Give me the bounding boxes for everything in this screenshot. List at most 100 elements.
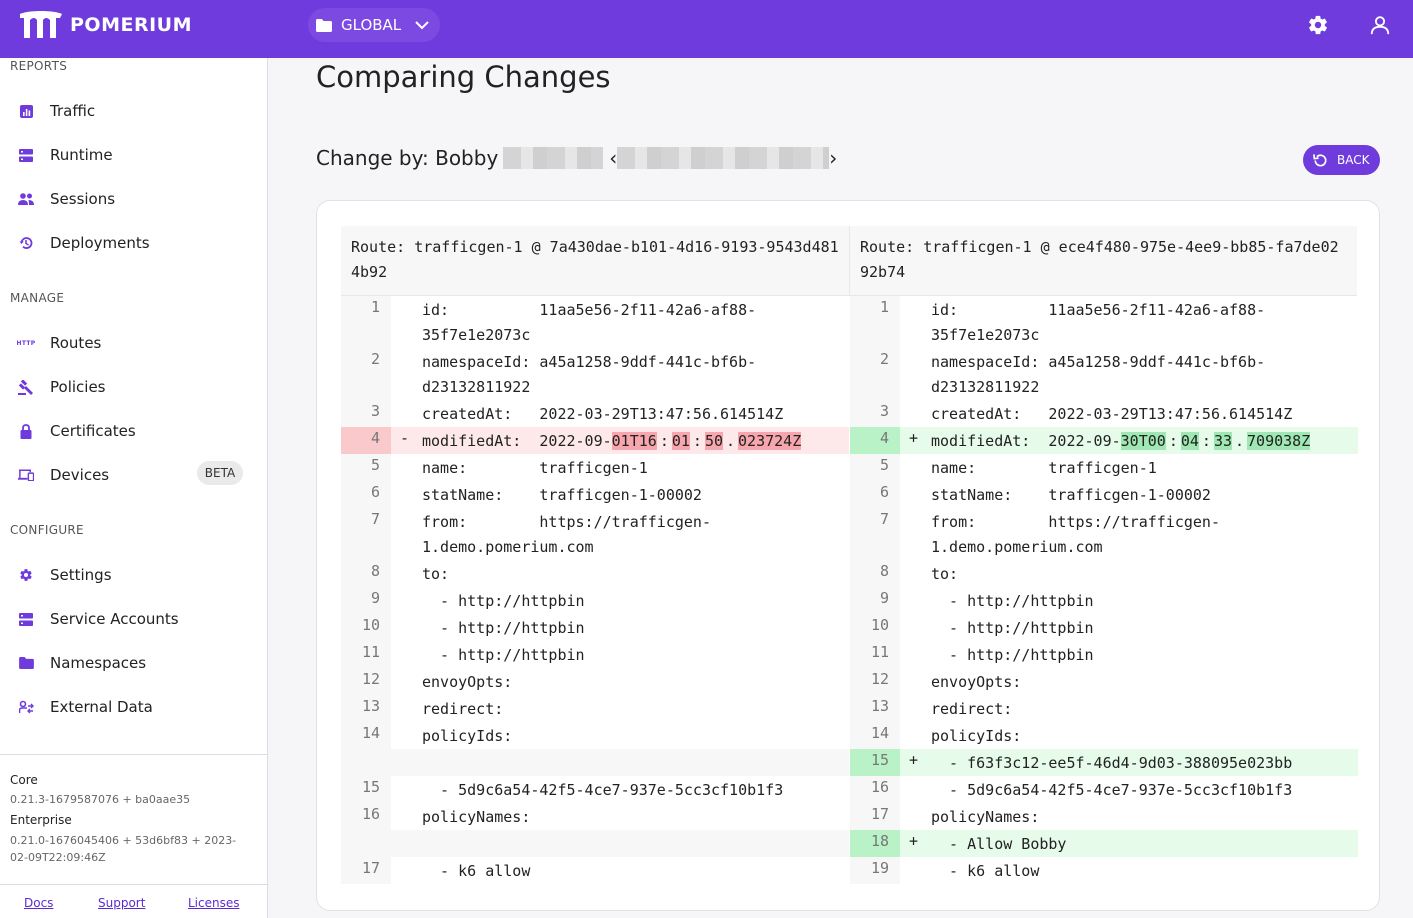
separator: :	[1201, 432, 1211, 450]
line-text: to:	[931, 565, 959, 583]
line-number: 5	[850, 454, 900, 481]
pomerium-logo[interactable]: POMERIUM	[18, 10, 192, 40]
diff-line: 8 to:	[850, 560, 1358, 587]
sidebar-item-certificates[interactable]: Certificates	[0, 411, 267, 451]
sidebar-item-label: Policies	[50, 378, 106, 396]
namespace-selector[interactable]: GLOBAL	[308, 8, 440, 42]
changed-segment: 33	[1213, 432, 1232, 450]
diff-line: 11 - http://httpbin	[341, 641, 849, 668]
changed-segment: 023724Z	[738, 432, 802, 450]
diff-line: 7 from: https://trafficgen- 1.demo.pomeri…	[850, 508, 1358, 560]
sidebar-item-sessions[interactable]: Sessions	[0, 179, 267, 219]
line-number: 16	[850, 776, 900, 803]
diff-marker: +	[909, 832, 919, 850]
diff-line: 7 from: https://trafficgen- 1.demo.pomeri…	[341, 508, 849, 560]
line-text: redirect:	[422, 700, 504, 718]
diff-line: 19 - k6 allow	[850, 857, 1358, 884]
diff-line: 8 to:	[341, 560, 849, 587]
line-number: 19	[850, 857, 900, 884]
sidebar-item-namespaces[interactable]: Namespaces	[0, 643, 267, 683]
line-number: 11	[850, 641, 900, 668]
account-icon[interactable]	[1369, 14, 1391, 36]
line-number: 17	[850, 803, 900, 830]
angle-open: ‹	[609, 146, 618, 170]
sidebar-item-traffic[interactable]: Traffic	[0, 91, 267, 131]
sidebar-item-deployments[interactable]: Deployments	[0, 223, 267, 263]
line-text: - http://httpbin	[931, 619, 1094, 637]
top-app-bar: POMERIUM GLOBAL	[0, 0, 1413, 58]
line-number: 2	[850, 348, 900, 400]
diff-line	[341, 830, 849, 857]
separator: .	[726, 432, 736, 450]
changed-segment: 01	[671, 432, 690, 450]
changed-segment: 709038Z	[1247, 432, 1311, 450]
sidebar-item-external-data[interactable]: External Data	[0, 687, 267, 727]
line-number: 7	[850, 508, 900, 560]
diff-line: 15 + - f63f3c12-ee5f-46d4-9d03-388095e023…	[850, 749, 1358, 776]
people-icon	[18, 191, 34, 207]
diff-line	[341, 749, 849, 776]
http-icon: HTTP	[16, 339, 36, 347]
line-number: 18	[850, 830, 900, 857]
diff-line: 12 envoyOpts:	[850, 668, 1358, 695]
core-version-label: Core	[10, 773, 38, 787]
diff-line: 18 + - Allow Bobby	[850, 830, 1358, 857]
sidebar-item-devices[interactable]: Devices BETA	[0, 455, 267, 495]
line-number: 16	[341, 803, 391, 830]
sidebar-item-settings[interactable]: Settings	[0, 555, 267, 595]
diff-line: 13 redirect:	[341, 695, 849, 722]
back-button[interactable]: BACK	[1303, 145, 1380, 175]
diff-line: 3 createdAt: 2022-03-29T13:47:56.614514Z	[341, 400, 849, 427]
line-text: createdAt: 2022-03-29T13:47:56.614514Z	[422, 405, 784, 423]
line-text: createdAt: 2022-03-29T13:47:56.614514Z	[931, 405, 1293, 423]
separator: .	[1235, 432, 1245, 450]
diff-line: 16 policyNames:	[341, 803, 849, 830]
line-text: id: 11aa5e56-2f11-42a6-af88- 35f7e1e2073…	[931, 301, 1266, 344]
line-number: 4	[341, 427, 391, 454]
line-text: from: https://trafficgen- 1.demo.pomeriu…	[422, 513, 711, 556]
support-link[interactable]: Support	[98, 896, 145, 910]
line-prefix: modifiedAt: 2022-09-	[422, 432, 612, 450]
line-number: 2	[341, 348, 391, 400]
sidebar-item-label: Traffic	[50, 102, 96, 120]
licenses-link[interactable]: Licenses	[188, 896, 240, 910]
sidebar-item-policies[interactable]: Policies	[0, 367, 267, 407]
line-number: 8	[341, 560, 391, 587]
line-number: 15	[341, 776, 391, 803]
line-text: - http://httpbin	[931, 646, 1094, 664]
diff-line: 1 id: 11aa5e56-2f11-42a6-af88- 35f7e1e207…	[341, 296, 849, 348]
line-number	[341, 749, 391, 776]
diff-line: 9 - http://httpbin	[341, 587, 849, 614]
line-text: redirect:	[931, 700, 1013, 718]
diff-line: 1 id: 11aa5e56-2f11-42a6-af88- 35f7e1e207…	[850, 296, 1358, 348]
lock-icon	[18, 423, 34, 439]
line-text: - Allow Bobby	[931, 835, 1067, 853]
line-number: 3	[341, 400, 391, 427]
beta-badge: BETA	[197, 461, 243, 485]
sidebar-item-runtime[interactable]: Runtime	[0, 135, 267, 175]
folder-icon	[316, 18, 332, 32]
line-text: - f63f3c12-ee5f-46d4-9d03-388095e023bb	[931, 754, 1293, 772]
line-number: 12	[341, 668, 391, 695]
changed-segment: 04	[1180, 432, 1199, 450]
changed-segment: 01T16	[611, 432, 657, 450]
sidebar-item-routes[interactable]: HTTP Routes	[0, 323, 267, 363]
diff-marker: -	[400, 429, 410, 447]
line-text: envoyOpts:	[422, 673, 513, 691]
line-text: - 5d9c6a54-42f5-4ce7-937e-5cc3cf10b1f3	[931, 781, 1293, 799]
line-number: 14	[850, 722, 900, 749]
changed-segment: 50	[704, 432, 723, 450]
gear-icon[interactable]	[1307, 14, 1329, 36]
sidebar-item-label: Namespaces	[50, 654, 147, 672]
docs-link[interactable]: Docs	[24, 896, 53, 910]
namespace-label: GLOBAL	[341, 16, 402, 34]
section-title-reports: REPORTS	[10, 59, 68, 73]
diff-line: 15 - 5d9c6a54-42f5-4ce7-937e-5cc3cf10b1f…	[341, 776, 849, 803]
line-text: namespaceId: a45a1258-9ddf-441c-bf6b- d2…	[422, 353, 757, 396]
pomerium-logo-icon	[20, 11, 62, 38]
sidebar-item-service-accounts[interactable]: Service Accounts	[0, 599, 267, 639]
line-number: 7	[341, 508, 391, 560]
storage-icon	[18, 147, 34, 163]
diff-line: 14 policyIds:	[341, 722, 849, 749]
right-version-header: Route: trafficgen-1 @ ece4f480-975e-4ee9…	[850, 226, 1357, 296]
